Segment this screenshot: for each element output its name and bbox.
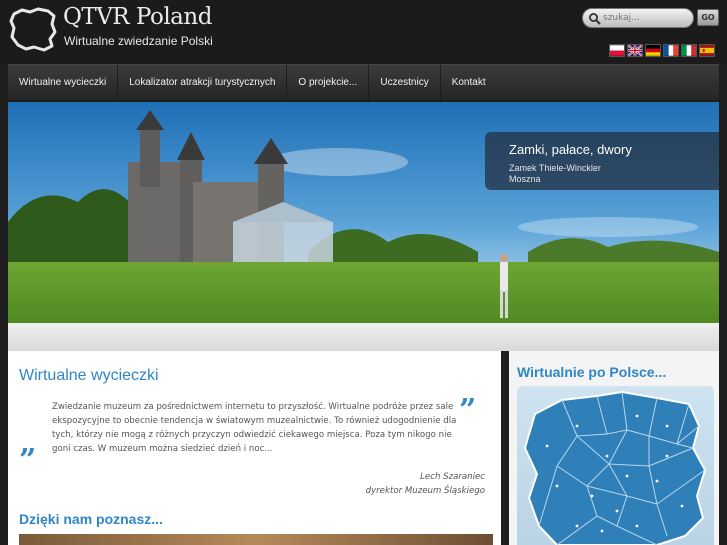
english-flag-icon[interactable]	[627, 44, 643, 57]
search-go-button[interactable]: GO	[697, 9, 719, 26]
hero-caption-place: Zamek Thiele-Winckler	[509, 163, 601, 173]
closing-quote-mark: ”	[459, 393, 477, 428]
search-box	[582, 8, 694, 28]
site-title[interactable]: QTVR Poland	[63, 4, 212, 30]
nav-item-participants[interactable]: Uczestnicy	[368, 65, 439, 101]
main-content: Wirtualne wycieczki ” Zwiedzanie muzeum …	[8, 351, 501, 545]
language-selector	[609, 44, 715, 58]
author-name: Lech Szaraniec	[420, 472, 485, 482]
opening-quote-mark: ”	[19, 443, 37, 478]
sidebar-heading[interactable]: Wirtualnie po Polsce...	[517, 364, 666, 380]
french-flag-icon[interactable]	[663, 44, 679, 57]
nav-item-contact[interactable]: Kontakt	[439, 65, 497, 101]
site-header: QTVR Poland Wirtualne zwiedzanie Polski …	[0, 0, 727, 64]
search-input[interactable]	[603, 11, 687, 25]
hero-caption[interactable]: Zamki, pałace, dwory Zamek Thiele-Winckl…	[485, 132, 719, 190]
poland-map-logo-icon[interactable]	[8, 6, 58, 52]
author-role: dyrektor Muzeum Śląskiego	[365, 486, 485, 496]
spanish-flag-icon[interactable]	[699, 44, 715, 57]
nav-item-about[interactable]: O projekcie...	[286, 65, 368, 101]
hero-caption-title: Zamki, pałace, dwory	[509, 142, 632, 157]
italian-flag-icon[interactable]	[681, 44, 697, 57]
poland-regions-map-image	[523, 390, 707, 545]
nav-item-virtual-tours[interactable]: Wirtualne wycieczki	[8, 65, 117, 101]
search-icon	[589, 13, 601, 25]
hero-bottom-bar	[8, 323, 719, 351]
sidebar: Wirtualnie po Polsce...	[509, 351, 719, 545]
nav-item-attractions-locator[interactable]: Lokalizator atrakcji turystycznych	[117, 65, 286, 101]
polish-flag-icon[interactable]	[609, 44, 625, 57]
tours-heading[interactable]: Wirtualne wycieczki	[19, 367, 159, 385]
hero-caption-town: Moszna	[509, 174, 541, 184]
testimonial-author: Lech Szaraniec dyrektor Muzeum Śląskiego	[366, 470, 485, 498]
main-navigation: Wirtualne wycieczki Lokalizator atrakcji…	[8, 64, 719, 101]
learn-image-strip[interactable]	[19, 534, 493, 545]
site-subtitle: Wirtualne zwiedzanie Polski	[64, 34, 213, 48]
poland-map[interactable]	[517, 386, 714, 545]
testimonial-text: Zwiedzanie muzeum za pośrednictwem inter…	[52, 402, 457, 454]
german-flag-icon[interactable]	[645, 44, 661, 57]
learn-heading: Dzięki nam poznasz...	[19, 511, 163, 527]
hero-banner[interactable]: Zamki, pałace, dwory Zamek Thiele-Winckl…	[8, 102, 719, 323]
